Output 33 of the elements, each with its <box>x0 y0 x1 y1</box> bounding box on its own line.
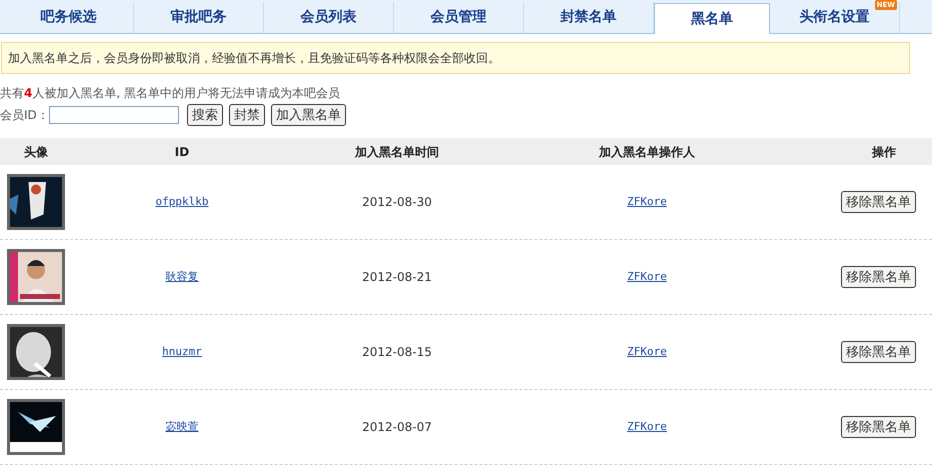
column-header: 操作 <box>872 144 896 160</box>
operator-link[interactable]: ZFKore <box>627 418 667 436</box>
notice-banner: 加入黑名单之后，会员身份即被取消，经验值不再增长，且免验证码等各种权限会全部收回。 <box>1 42 910 74</box>
user-id-link[interactable]: 宓映萱 <box>166 418 198 436</box>
user-id-link[interactable]: hnuzmr <box>162 344 202 360</box>
user-id-link[interactable]: 耿容复 <box>166 268 198 286</box>
remove-button[interactable]: 移除黑名单 <box>841 416 916 438</box>
date-text: 2012-08-15 <box>362 344 432 361</box>
remove-button[interactable]: 移除黑名单 <box>841 266 916 288</box>
remove-button[interactable]: 移除黑名单 <box>841 191 916 213</box>
tab[interactable]: 会员管理 <box>394 2 524 33</box>
column-header: 头像 <box>24 144 48 160</box>
operator-link[interactable]: ZFKore <box>627 268 667 286</box>
tab[interactable]: 审批吧务 <box>134 2 264 33</box>
member-id-label: 会员ID： <box>0 107 49 124</box>
summary-text: 共有4人被加入黑名单, 黑名单中的用户将无法申请成为本吧会员 <box>0 85 341 102</box>
operator-link[interactable]: ZFKore <box>627 344 667 360</box>
member-id-field[interactable] <box>48 106 179 124</box>
column-header: ID <box>174 144 190 160</box>
action-button[interactable]: 封禁 <box>228 104 265 126</box>
operator-link[interactable]: ZFKore <box>627 194 667 210</box>
action-button[interactable]: 加入黑名单 <box>270 104 346 126</box>
tab[interactable]: 会员列表 <box>264 2 394 33</box>
column-header: 加入黑名单操作人 <box>599 144 695 160</box>
action-button[interactable]: 搜索 <box>186 104 223 126</box>
tab[interactable]: 黑名单 <box>654 3 770 34</box>
date-text: 2012-08-21 <box>362 269 432 286</box>
column-header: 加入黑名单时间 <box>355 144 439 160</box>
date-text: 2012-08-07 <box>362 419 432 436</box>
remove-button[interactable]: 移除黑名单 <box>841 341 916 363</box>
tab[interactable]: 吧务候选 <box>4 2 134 33</box>
user-id-link[interactable]: ofppklkb <box>156 194 208 210</box>
date-text: 2012-08-30 <box>362 194 432 211</box>
